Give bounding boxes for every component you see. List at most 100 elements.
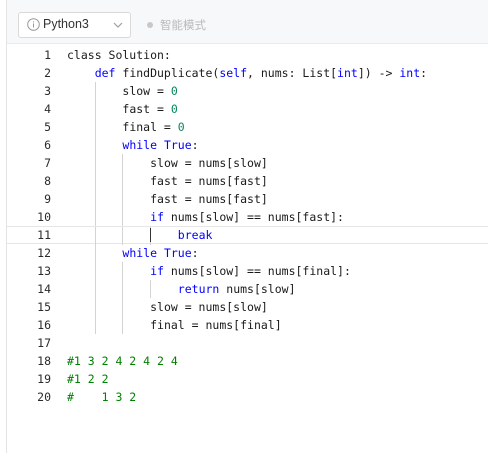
indent-guide <box>94 316 96 334</box>
indent-guide <box>122 298 124 316</box>
keyword-token: return <box>177 282 227 296</box>
indent-guide <box>122 154 124 172</box>
code-token: class Solution: <box>67 48 171 62</box>
code-line[interactable]: 12 while True: <box>7 244 488 262</box>
line-number: 14 <box>37 282 51 296</box>
info-icon <box>27 18 40 31</box>
code-text: while True: <box>122 136 198 154</box>
code-text: class Solution: <box>67 46 171 64</box>
keyword-token: True <box>163 246 192 260</box>
line-number: 6 <box>44 138 51 152</box>
code-line[interactable]: 2 def findDuplicate(self, nums: List[int]… <box>7 64 488 82</box>
code-line[interactable]: 1 class Solution: <box>7 46 488 64</box>
language-label: Python3 <box>43 17 89 31</box>
indent-guide <box>94 100 96 118</box>
code-area[interactable]: 1 class Solution: 2 def findDuplicate(self,… <box>7 45 488 453</box>
keyword-token: self <box>219 66 248 80</box>
smart-mode-label: 智能模式 <box>160 18 206 32</box>
indent-guide <box>94 227 96 245</box>
code-token: slow = nums[slow] <box>150 156 268 170</box>
code-line[interactable]: 4 fast = 0 <box>7 100 488 118</box>
code-token: : <box>420 66 428 80</box>
code-token: , nums: List[ <box>247 66 338 80</box>
indent-guide <box>94 244 96 262</box>
code-text: def findDuplicate(self, nums: List[int])… <box>95 64 427 82</box>
smart-mode-toggle[interactable]: 智能模式 <box>147 17 206 33</box>
code-token: nums[slow] == nums[fast]: <box>170 210 344 224</box>
keyword-token: while <box>122 246 164 260</box>
line-number: 2 <box>44 66 51 80</box>
code-line[interactable]: 18 #1 3 2 4 2 4 2 4 <box>7 352 488 370</box>
indent-guide <box>94 172 96 190</box>
code-line[interactable]: 8 fast = nums[fast] <box>7 172 488 190</box>
indent-guide <box>122 190 124 208</box>
code-line[interactable]: 5 final = 0 <box>7 118 488 136</box>
line-number: 8 <box>44 174 51 188</box>
code-line[interactable]: 19 #1 2 2 <box>7 370 488 388</box>
line-number: 20 <box>37 390 51 404</box>
code-editor-panel: Python3 智能模式 1 class Solution: 2 def findDu… <box>6 0 488 453</box>
code-line[interactable]: 10 if nums[slow] == nums[fast]: <box>7 208 488 226</box>
code-line[interactable]: 20 # 1 3 2 <box>7 388 488 406</box>
code-line[interactable]: 3 slow = 0 <box>7 82 488 100</box>
code-token: nums[slow] == nums[final]: <box>170 264 351 278</box>
code-token: ]) -> <box>357 66 400 80</box>
line-number: 18 <box>37 354 51 368</box>
indent-guide <box>94 154 96 172</box>
code-line[interactable]: 16 final = nums[final] <box>7 316 488 334</box>
keyword-token: while <box>122 138 164 152</box>
indent-guide <box>122 316 124 334</box>
code-line[interactable]: 17 <box>7 334 488 352</box>
code-line[interactable]: 6 while True: <box>7 136 488 154</box>
code-text: slow = nums[slow] <box>150 298 268 316</box>
line-number: 17 <box>37 336 51 350</box>
code-token: : <box>191 138 199 152</box>
line-number: 7 <box>44 156 51 170</box>
code-line[interactable]: 9 fast = nums[fast] <box>7 190 488 208</box>
code-line[interactable]: 7 slow = nums[slow] <box>7 154 488 172</box>
text-cursor <box>150 228 152 242</box>
line-number: 13 <box>37 264 51 278</box>
indent-guide <box>94 262 96 280</box>
code-text: # 1 3 2 <box>67 388 136 406</box>
code-text: fast = nums[fast] <box>150 190 268 208</box>
indent-guide <box>122 208 124 226</box>
editor-toolbar: Python3 智能模式 <box>7 0 488 44</box>
smart-mode-dot <box>147 22 153 28</box>
code-text: final = 0 <box>122 118 184 136</box>
indent-guide <box>122 227 124 245</box>
keyword-token: break <box>177 228 213 242</box>
indent-guide <box>94 190 96 208</box>
language-select[interactable]: Python3 <box>18 12 131 38</box>
line-number: 10 <box>37 210 51 224</box>
comment-token: # 1 3 2 <box>67 390 137 404</box>
line-number: 3 <box>44 84 51 98</box>
code-line[interactable]: 13 if nums[slow] == nums[final]: <box>7 262 488 280</box>
keyword-token: if <box>150 210 171 224</box>
code-text: fast = 0 <box>122 100 177 118</box>
line-number: 1 <box>44 48 51 62</box>
line-number: 15 <box>37 300 51 314</box>
code-line[interactable]: 15 slow = nums[slow] <box>7 298 488 316</box>
code-token: fast = <box>122 102 171 116</box>
code-text: final = nums[final] <box>150 316 282 334</box>
code-token: final = nums[final] <box>150 318 282 332</box>
code-line[interactable]: 11 break <box>7 226 488 245</box>
number-token: 0 <box>170 84 178 98</box>
code-token: fast = nums[fast] <box>150 192 268 206</box>
line-number: 12 <box>37 246 51 260</box>
code-text: #1 2 2 <box>67 370 109 388</box>
indent-guide <box>94 82 96 100</box>
line-number: 16 <box>37 318 51 332</box>
indent-guide <box>122 172 124 190</box>
line-number: 19 <box>37 372 51 386</box>
number-token: 0 <box>177 120 185 134</box>
indent-guide <box>150 280 152 298</box>
indent-guide <box>94 208 96 226</box>
comment-token: #1 2 2 <box>67 372 109 386</box>
code-line[interactable]: 14 return nums[slow] <box>7 280 488 298</box>
code-text: break <box>178 227 213 243</box>
line-number: 4 <box>44 102 51 116</box>
indent-guide <box>94 280 96 298</box>
code-token: slow = nums[slow] <box>150 300 268 314</box>
